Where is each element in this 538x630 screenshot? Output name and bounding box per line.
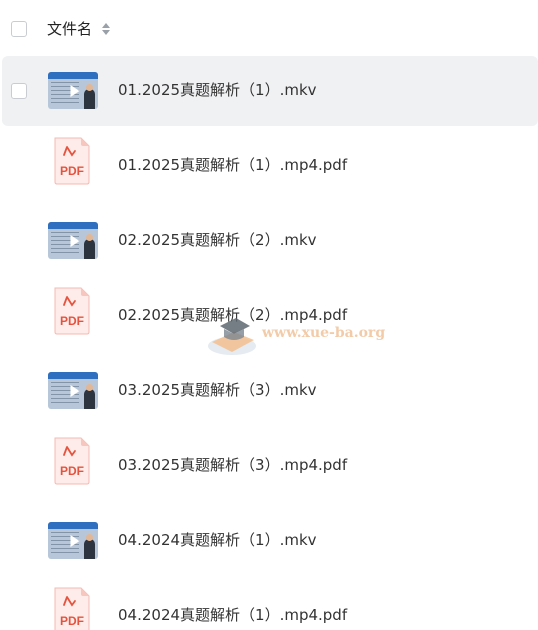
file-row[interactable]: PDF 04.2024真题解析（1）.mp4.pdf	[2, 581, 538, 630]
list-header: 文件名	[0, 0, 538, 58]
svg-text:PDF: PDF	[60, 614, 84, 628]
file-list: 文件名 01.2025真题解析（1）.mkv PDF 01.2025真题解析（1…	[0, 0, 538, 630]
row-checkbox[interactable]	[11, 83, 27, 99]
file-row[interactable]: 03.2025真题解析（3）.mkv	[2, 356, 538, 426]
sort-icon[interactable]	[101, 21, 111, 37]
video-thumbnail-icon	[48, 222, 98, 259]
video-thumbnail-icon	[48, 522, 98, 559]
file-row[interactable]: PDF 01.2025真题解析（1）.mp4.pdf	[2, 131, 538, 201]
file-row[interactable]: 04.2024真题解析（1）.mkv	[2, 506, 538, 576]
svg-text:PDF: PDF	[60, 314, 84, 328]
file-name[interactable]: 01.2025真题解析（1）.mp4.pdf	[118, 155, 347, 175]
file-name[interactable]: 01.2025真题解析（1）.mkv	[118, 80, 317, 100]
file-name[interactable]: 03.2025真题解析（3）.mkv	[118, 380, 317, 400]
file-row[interactable]: 02.2025真题解析（2）.mkv	[2, 206, 538, 276]
video-thumbnail-icon	[48, 72, 98, 109]
file-name[interactable]: 04.2024真题解析（1）.mp4.pdf	[118, 605, 347, 625]
pdf-icon: PDF	[54, 287, 90, 335]
file-name[interactable]: 04.2024真题解析（1）.mkv	[118, 530, 317, 550]
file-row[interactable]: PDF 02.2025真题解析（2）.mp4.pdf	[2, 281, 538, 351]
file-name[interactable]: 02.2025真题解析（2）.mkv	[118, 230, 317, 250]
file-row[interactable]: PDF 03.2025真题解析（3）.mp4.pdf	[2, 431, 538, 501]
column-header-filename[interactable]: 文件名	[47, 19, 92, 39]
svg-text:PDF: PDF	[60, 464, 84, 478]
svg-text:PDF: PDF	[60, 164, 84, 178]
video-thumbnail-icon	[48, 372, 98, 409]
file-name[interactable]: 02.2025真题解析（2）.mp4.pdf	[118, 305, 347, 325]
pdf-icon: PDF	[54, 437, 90, 485]
pdf-icon: PDF	[54, 587, 90, 630]
file-name[interactable]: 03.2025真题解析（3）.mp4.pdf	[118, 455, 347, 475]
select-all-checkbox[interactable]	[11, 21, 27, 37]
pdf-icon: PDF	[54, 137, 90, 185]
file-row[interactable]: 01.2025真题解析（1）.mkv	[2, 56, 538, 126]
